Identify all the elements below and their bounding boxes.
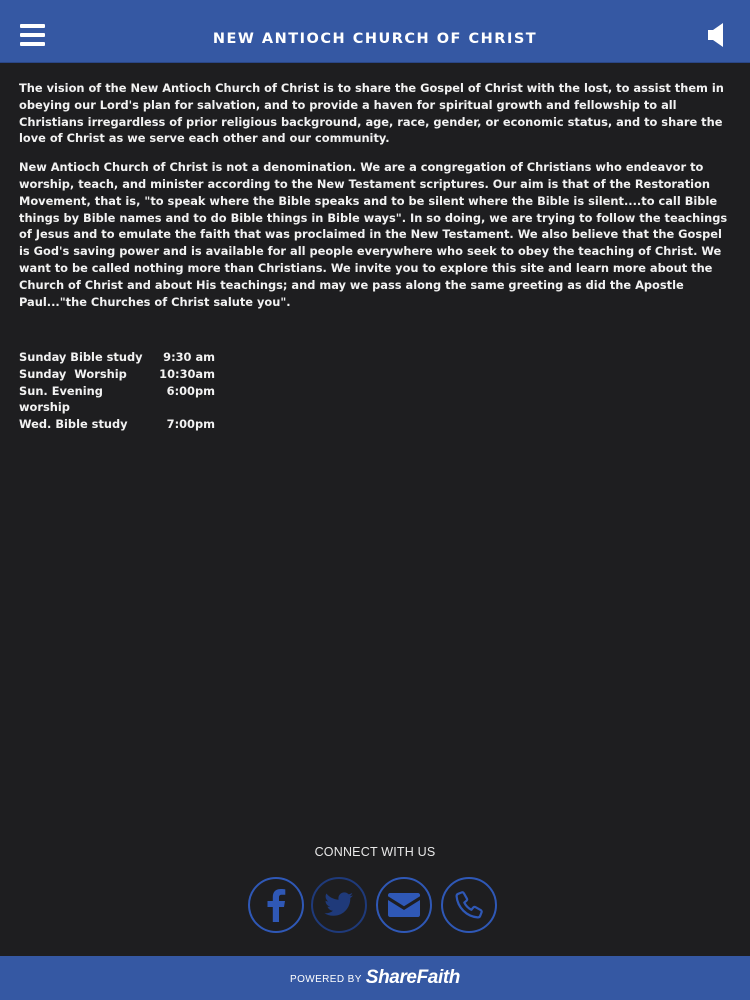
schedule-row: Sunday Bible study 9:30 am — [19, 349, 215, 366]
speaker-icon[interactable] — [707, 22, 727, 48]
facebook-button[interactable] — [248, 877, 304, 933]
footer-bar: POWERED BY ShareFaith — [0, 956, 750, 1000]
service-schedule: Sunday Bible study 9:30 am Sunday Worshi… — [19, 349, 215, 433]
main-content: The vision of the New Antioch Church of … — [19, 80, 731, 322]
vision-paragraph: The vision of the New Antioch Church of … — [19, 81, 724, 146]
schedule-time: 9:30 am — [163, 350, 215, 364]
schedule-row: Wed. Bible study 7:00pm — [19, 416, 215, 433]
schedule-label: Wed. Bible study — [19, 417, 128, 432]
schedule-row: Sun. Evening worship 6:00pm — [19, 383, 215, 417]
top-navigation-bar: NEW ANTIOCH CHURCH OF CHRIST — [0, 0, 750, 63]
email-icon — [388, 893, 420, 917]
schedule-label: Sunday Bible study — [19, 350, 143, 364]
phone-button[interactable] — [441, 877, 497, 933]
about-paragraph: New Antioch Church of Christ is not a de… — [19, 160, 728, 309]
sharefaith-logo[interactable]: ShareFaith — [366, 967, 461, 989]
schedule-label: Sunday Worship — [19, 366, 127, 381]
schedule-time: 6:00pm — [166, 383, 215, 398]
schedule-time: 10:30am — [159, 366, 215, 381]
email-button[interactable] — [376, 877, 432, 933]
page-title: NEW ANTIOCH CHURCH OF CHRIST — [212, 31, 538, 47]
schedule-row: Sunday Worship 10:30am — [19, 366, 215, 383]
facebook-icon — [267, 889, 286, 922]
twitter-icon — [324, 892, 353, 916]
twitter-button[interactable] — [311, 877, 367, 933]
phone-icon — [455, 891, 483, 919]
powered-by-label: POWERED BY — [290, 974, 362, 985]
schedule-label: Sun. Evening worship — [19, 383, 103, 415]
connect-heading: CONNECT WITH US — [314, 845, 436, 859]
schedule-time: 7:00pm — [166, 417, 215, 432]
